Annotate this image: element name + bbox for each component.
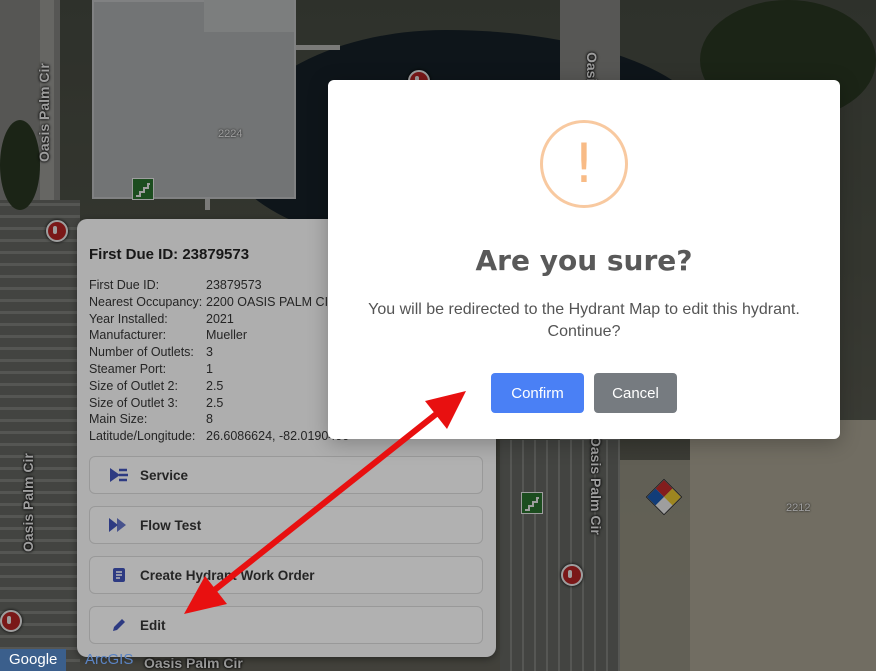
- info-row: Size of Outlet 2: 2.5: [89, 378, 349, 395]
- info-row: Steamer Port: 1: [89, 361, 349, 378]
- edit-button-label: Edit: [140, 617, 166, 633]
- info-panel-title: First Due ID: 23879573: [89, 246, 250, 263]
- info-row-label: Steamer Port:: [89, 361, 167, 376]
- info-row: Manufacturer: Mueller: [89, 327, 349, 344]
- info-row-label: Size of Outlet 2:: [89, 378, 178, 393]
- info-row: Nearest Occupancy: 2200 OASIS PALM CIR: [89, 294, 349, 311]
- info-row-label: Year Installed:: [89, 311, 168, 326]
- dialog-message: You will be redirected to the Hydrant Ma…: [368, 301, 800, 340]
- info-row-value: 23879573: [206, 278, 262, 292]
- flow-test-icon: [108, 516, 130, 534]
- info-row-value: 2021: [206, 311, 234, 326]
- create-work-order-button-label: Create Hydrant Work Order: [140, 567, 315, 583]
- cancel-button[interactable]: Cancel: [594, 373, 677, 413]
- dialog-title: Are you sure?: [475, 244, 693, 277]
- info-row-value: 8: [206, 412, 213, 427]
- edit-button[interactable]: Edit: [89, 606, 483, 644]
- info-row-value: 2200 OASIS PALM CIR: [206, 294, 338, 309]
- confirm-button[interactable]: Confirm: [491, 373, 584, 413]
- flow-test-button[interactable]: Flow Test: [89, 506, 483, 544]
- info-row-label: Size of Outlet 3:: [89, 395, 178, 410]
- pencil-icon: [108, 616, 130, 634]
- service-button[interactable]: Service: [89, 456, 483, 494]
- info-row-label: Nearest Occupancy:: [89, 294, 203, 309]
- info-row: Main Size: 8: [89, 411, 349, 428]
- info-row-label: Manufacturer:: [89, 328, 167, 343]
- info-row-value: 2.5: [206, 395, 224, 410]
- arcgis-attribution[interactable]: ArcGIS: [76, 649, 142, 671]
- info-row: Number of Outlets: 3: [89, 344, 349, 361]
- info-row-label: Number of Outlets:: [89, 345, 194, 360]
- info-panel-details: First Due ID: 23879573 Nearest Occupancy:…: [89, 277, 349, 445]
- info-row-value: Mueller: [206, 328, 247, 343]
- flow-test-button-label: Flow Test: [140, 517, 202, 533]
- info-row: First Due ID: 23879573: [89, 277, 349, 294]
- info-row-value: 2.5: [206, 378, 224, 393]
- info-row-value: 1: [206, 361, 213, 376]
- service-button-label: Service: [140, 467, 189, 483]
- info-row-label: First Due ID:: [89, 278, 160, 292]
- exclamation-icon: !: [540, 120, 628, 208]
- google-attribution[interactable]: Google: [0, 649, 67, 671]
- info-row-value: 3: [206, 345, 213, 360]
- info-row: Latitude/Longitude: 26.6086624, -82.01904…: [89, 428, 349, 445]
- create-work-order-button[interactable]: Create Hydrant Work Order: [89, 556, 483, 594]
- info-row-label: Main Size:: [89, 412, 148, 427]
- work-order-icon: [108, 566, 130, 584]
- info-row: Year Installed: 2021: [89, 311, 349, 328]
- confirm-dialog: ! Are you sure? You will be redirected t…: [328, 80, 840, 439]
- service-icon: [108, 466, 130, 484]
- info-row: Size of Outlet 3: 2.5: [89, 395, 349, 412]
- info-row-label: Latitude/Longitude:: [89, 429, 196, 444]
